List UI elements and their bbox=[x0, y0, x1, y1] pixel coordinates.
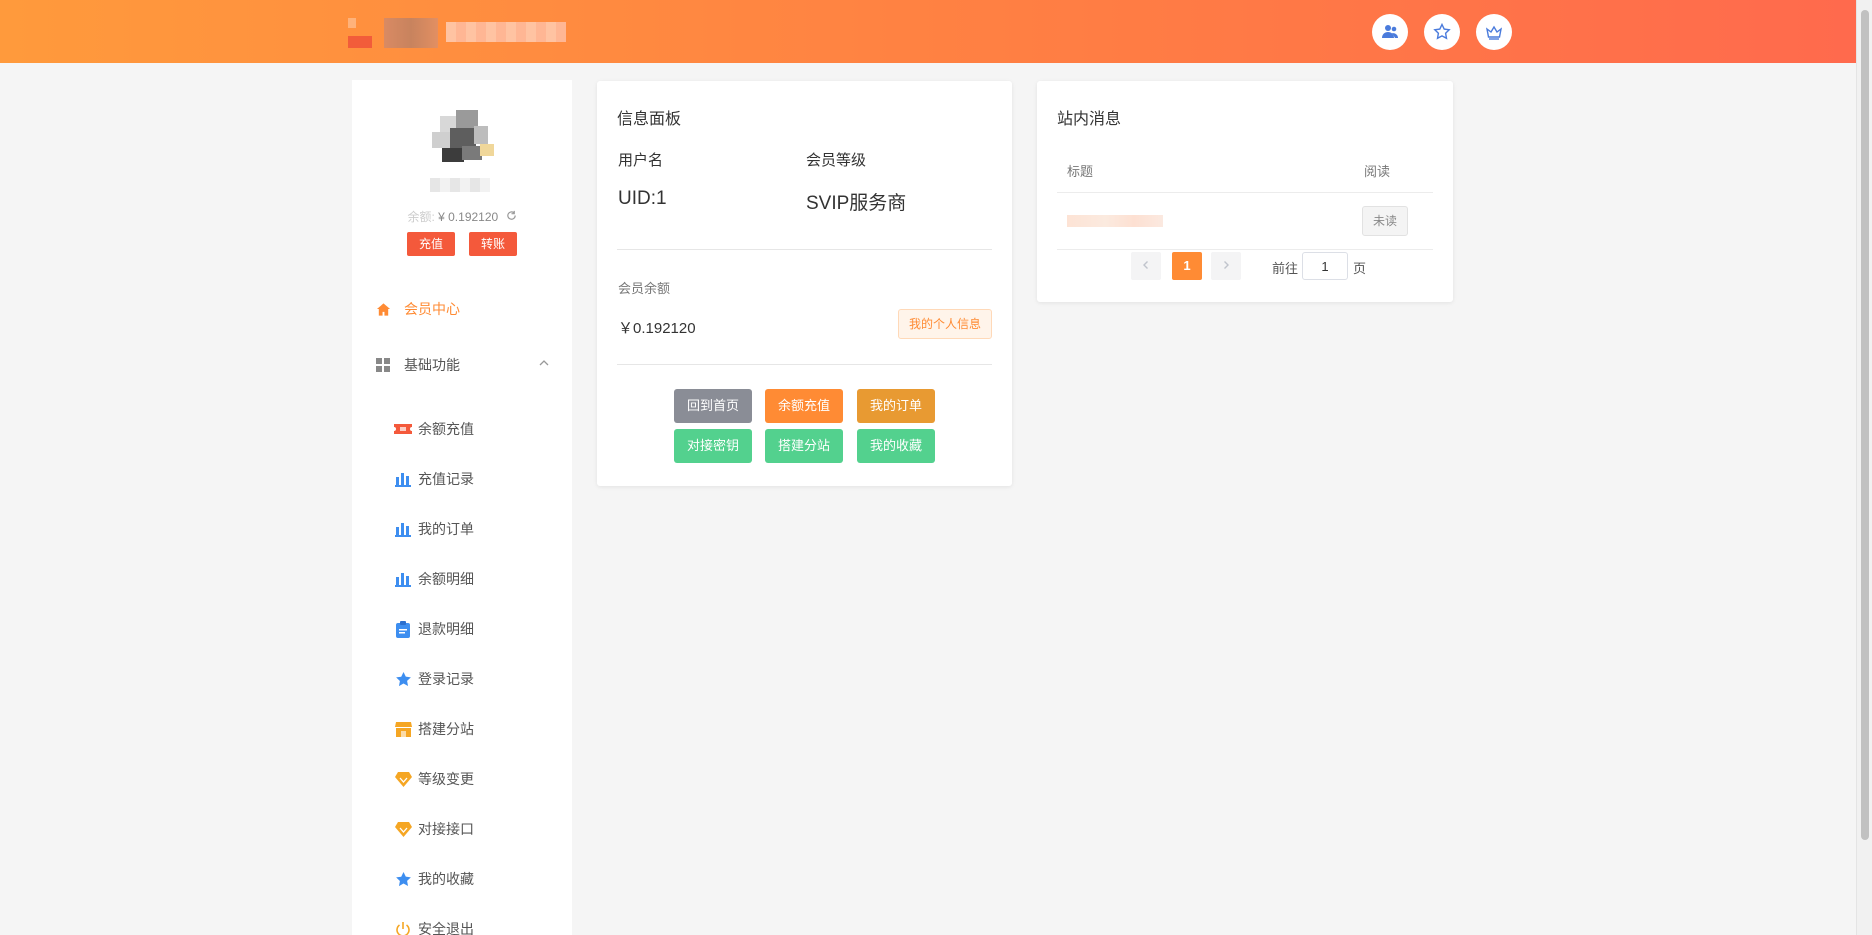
clipboard-icon bbox=[394, 620, 412, 638]
scrollbar-thumb[interactable] bbox=[1861, 10, 1869, 840]
balance-recharge-button[interactable]: 余额充值 bbox=[765, 389, 843, 423]
ticket-icon bbox=[394, 420, 412, 438]
star-icon[interactable] bbox=[1424, 14, 1460, 50]
back-home-button[interactable]: 回到首页 bbox=[674, 389, 752, 423]
member-level-label: 会员等级 bbox=[806, 152, 867, 169]
menu-member-center[interactable]: 会员中心 bbox=[374, 297, 460, 321]
my-orders-button[interactable]: 我的订单 bbox=[857, 389, 935, 423]
recharge-button[interactable]: 充值 bbox=[407, 232, 456, 256]
sidebar-item-balance-recharge[interactable]: 余额充值 bbox=[394, 418, 474, 440]
messages-title: 站内消息 bbox=[1057, 111, 1122, 128]
username-blurred bbox=[430, 178, 490, 192]
sidebar-item-my-orders[interactable]: 我的订单 bbox=[394, 518, 474, 540]
column-title: 标题 bbox=[1067, 164, 1094, 179]
balance-value: ￥0.192120 bbox=[618, 320, 696, 337]
my-favorites-button[interactable]: 我的收藏 bbox=[857, 429, 935, 463]
balance-label: 会员余额 bbox=[618, 281, 671, 296]
next-page-button[interactable] bbox=[1211, 252, 1241, 280]
table-divider bbox=[1057, 249, 1433, 250]
sidebar-item-refund-details[interactable]: 退款明细 bbox=[394, 618, 474, 640]
username-label: 用户名 bbox=[618, 152, 664, 169]
goto-label: 前往 bbox=[1272, 261, 1299, 276]
store-icon bbox=[394, 720, 412, 738]
home-icon bbox=[374, 300, 392, 318]
member-level-value: SVIP服务商 bbox=[806, 193, 907, 214]
build-substation-button[interactable]: 搭建分站 bbox=[765, 429, 843, 463]
grid-icon bbox=[374, 356, 392, 374]
site-logo[interactable] bbox=[348, 18, 566, 48]
uid-value: UID:1 bbox=[618, 188, 667, 209]
menu-basic-functions[interactable]: 基础功能 bbox=[374, 353, 460, 377]
star-icon bbox=[394, 870, 412, 888]
bar-chart-icon bbox=[394, 570, 412, 588]
avatar[interactable] bbox=[430, 108, 494, 170]
sidebar-balance: 余额: ¥ 0.192120 bbox=[352, 208, 572, 225]
refresh-icon[interactable] bbox=[506, 210, 517, 224]
info-panel-title: 信息面板 bbox=[617, 111, 682, 128]
prev-page-button[interactable] bbox=[1131, 252, 1161, 280]
divider bbox=[617, 249, 992, 250]
power-icon bbox=[394, 920, 412, 935]
sidebar-item-api-interface[interactable]: 对接接口 bbox=[394, 818, 474, 840]
top-header bbox=[0, 0, 1856, 63]
sidebar-item-my-favorites[interactable]: 我的收藏 bbox=[394, 868, 474, 890]
column-read: 阅读 bbox=[1364, 164, 1391, 179]
table-divider bbox=[1057, 192, 1433, 193]
page-suffix-label: 页 bbox=[1353, 261, 1367, 276]
message-title-blurred[interactable] bbox=[1067, 215, 1163, 227]
diamond-icon bbox=[394, 820, 412, 838]
site-messages-panel: 站内消息 标题 阅读 未读 1 前往 页 bbox=[1037, 81, 1453, 302]
page-scrollbar[interactable] bbox=[1856, 0, 1872, 935]
page-number-button[interactable]: 1 bbox=[1172, 252, 1202, 280]
chevron-up-icon[interactable] bbox=[538, 356, 550, 374]
page-jump-input[interactable] bbox=[1302, 252, 1348, 280]
divider bbox=[617, 364, 992, 365]
sidebar-item-level-change[interactable]: 等级变更 bbox=[394, 768, 474, 790]
user-group-icon[interactable] bbox=[1372, 14, 1408, 50]
api-key-button[interactable]: 对接密钥 bbox=[674, 429, 752, 463]
bar-chart-icon bbox=[394, 520, 412, 538]
diamond-icon bbox=[394, 770, 412, 788]
info-panel: 信息面板 用户名 会员等级 UID:1 SVIP服务商 会员余额 ￥0.1921… bbox=[597, 81, 1012, 486]
profile-button[interactable]: 我的个人信息 bbox=[897, 309, 992, 339]
crown-icon[interactable] bbox=[1476, 14, 1512, 50]
sidebar-item-balance-details[interactable]: 余额明细 bbox=[394, 568, 474, 590]
unread-badge[interactable]: 未读 bbox=[1362, 206, 1408, 236]
sidebar-item-build-substation[interactable]: 搭建分站 bbox=[394, 718, 474, 740]
sidebar-item-recharge-records[interactable]: 充值记录 bbox=[394, 468, 474, 490]
transfer-button[interactable]: 转账 bbox=[469, 232, 518, 256]
star-icon bbox=[394, 670, 412, 688]
bar-chart-icon bbox=[394, 470, 412, 488]
sidebar-item-logout[interactable]: 安全退出 bbox=[394, 918, 474, 935]
sidebar-item-login-records[interactable]: 登录记录 bbox=[394, 668, 474, 690]
sidebar: 余额: ¥ 0.192120 充值 转账 会员中心 基础功能 余额充值 充值记录… bbox=[352, 80, 572, 935]
